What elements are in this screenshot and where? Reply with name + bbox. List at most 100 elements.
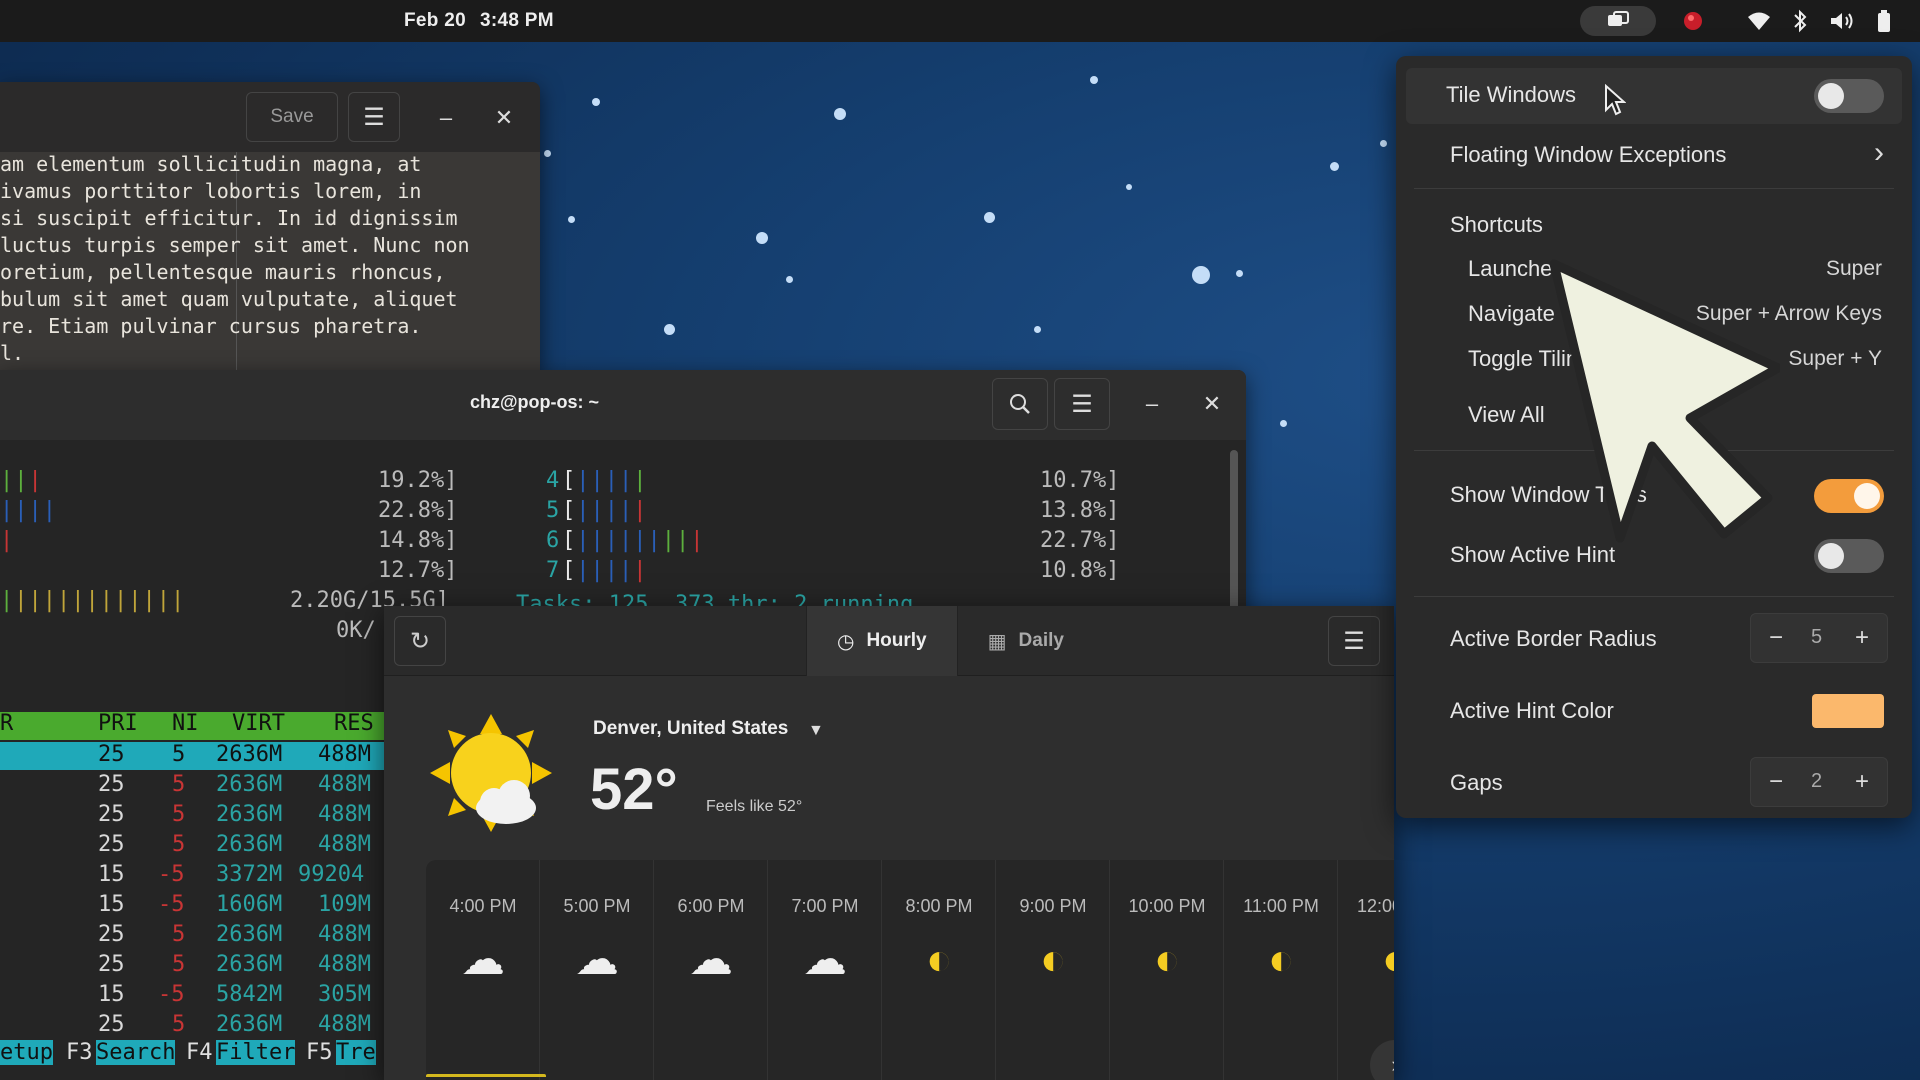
menu-icon[interactable]: ☰ xyxy=(348,92,400,142)
terminal-scrollbar[interactable] xyxy=(1230,450,1238,620)
color-swatch-button[interactable] xyxy=(1812,694,1884,728)
tab-daily[interactable]: ▦ Daily xyxy=(958,606,1094,676)
plus-icon[interactable]: + xyxy=(1855,768,1869,796)
cell-virt: 5842M xyxy=(216,982,283,1007)
tile-windows-row[interactable]: Tile Windows xyxy=(1406,68,1902,124)
hour-column: 5:00 PM ☁ xyxy=(540,860,654,1080)
moon-cloud-icon: ◐ xyxy=(925,935,953,984)
search-icon[interactable] xyxy=(992,378,1048,430)
table-row[interactable]: 25 5 2636M 488M xyxy=(0,952,384,982)
minimize-icon[interactable]: – xyxy=(420,96,472,140)
bluetooth-icon[interactable] xyxy=(1786,6,1814,36)
cloud-icon: ☁ xyxy=(803,935,847,984)
table-row[interactable]: 25 5 2636M 488M xyxy=(0,832,384,862)
wallpaper-star xyxy=(1034,326,1041,333)
minus-icon[interactable]: − xyxy=(1769,768,1783,796)
fkey-label[interactable]: Search xyxy=(96,1040,176,1065)
cell-pri: 25 xyxy=(98,1012,125,1037)
hour-time: 11:00 PM xyxy=(1243,896,1319,916)
view-all-link[interactable]: View All xyxy=(1468,402,1545,428)
fkey: F4 xyxy=(186,1040,213,1065)
floating-exceptions-row[interactable]: Floating Window Exceptions › xyxy=(1396,128,1912,184)
table-row[interactable]: 25 5 2636M 488M xyxy=(0,742,384,772)
col-header[interactable]: PRI xyxy=(98,711,138,736)
wifi-icon[interactable] xyxy=(1744,6,1774,36)
cell-pri: 15 xyxy=(98,982,125,1007)
fkey-label[interactable]: etup xyxy=(0,1040,53,1065)
tab-hourly[interactable]: ◷ Hourly xyxy=(806,606,958,676)
col-header[interactable]: R xyxy=(0,711,13,736)
col-header[interactable]: VIRT xyxy=(232,711,285,736)
table-row[interactable]: 15 -5 5842M 305M xyxy=(0,982,384,1012)
table-row[interactable]: 15 -5 3372M 99204 xyxy=(0,862,384,892)
cell-res: 488M xyxy=(318,1012,371,1037)
table-row[interactable]: 25 5 2636M 488M xyxy=(0,922,384,952)
table-row[interactable]: 25 5 2636M 488M xyxy=(0,802,384,832)
wallpaper-star xyxy=(834,108,846,120)
col-header[interactable]: NI xyxy=(172,711,199,736)
cell-ni: 5 xyxy=(172,772,186,797)
fkey-label[interactable]: Tre xyxy=(336,1040,376,1065)
shortcut-keys: Super + Y xyxy=(1788,347,1882,370)
process-table-header[interactable]: R PRI NI VIRT RES xyxy=(0,711,384,740)
battery-icon[interactable] xyxy=(1870,6,1898,36)
table-row[interactable]: 15 -5 1606M 109M xyxy=(0,892,384,922)
save-button[interactable]: Save xyxy=(246,92,338,142)
tab-label: Hourly xyxy=(866,630,927,651)
cell-res: 488M xyxy=(318,952,371,977)
cell-ni: 5 xyxy=(172,952,186,977)
cell-ni: 5 xyxy=(172,922,186,947)
gaps-stepper[interactable]: − 2 + xyxy=(1750,757,1888,807)
tile-windows-toggle[interactable] xyxy=(1814,79,1884,113)
text-editor-window: Save ☰ – ✕ am elementum sollicitudin mag… xyxy=(0,82,540,372)
show-active-hint-toggle[interactable] xyxy=(1814,539,1884,573)
refresh-icon[interactable]: ↻ xyxy=(394,616,446,666)
table-row[interactable]: 25 5 2636M 488M xyxy=(0,772,384,802)
editor-line: ivamus porttitor lobortis lorem, in xyxy=(0,179,422,203)
cell-ni: -5 xyxy=(158,892,185,917)
hour-column: 7:00 PM ☁ xyxy=(768,860,882,1080)
cpu-meter-bar: [||||| xyxy=(562,558,648,583)
close-icon[interactable]: ✕ xyxy=(478,96,530,140)
clock[interactable]: Feb 20 3:48 PM xyxy=(404,10,568,32)
close-icon[interactable]: ✕ xyxy=(1184,382,1240,426)
table-row[interactable]: 25 5 2636M 488M xyxy=(0,1012,384,1042)
chevron-down-icon[interactable]: ▼ xyxy=(808,722,824,740)
record-icon[interactable] xyxy=(1678,6,1708,36)
cell-pri: 25 xyxy=(98,922,125,947)
show-window-titles-toggle[interactable] xyxy=(1814,479,1884,513)
weather-view-tabs: ◷ Hourly ▦ Daily xyxy=(806,606,1094,676)
minimize-icon[interactable]: – xyxy=(1124,382,1180,426)
weather-headerbar: ↻ ◷ Hourly ▦ Daily ☰ xyxy=(384,606,1394,676)
cell-virt: 3372M xyxy=(216,862,283,887)
cell-virt: 2636M xyxy=(216,952,283,977)
terminal-headerbar: chz@pop-os: ~ ☰ – ✕ xyxy=(0,370,1246,440)
tab-label: Daily xyxy=(1018,630,1064,651)
moon-icon: ◐ xyxy=(1267,935,1295,984)
divider xyxy=(1414,596,1894,597)
col-header[interactable]: RES xyxy=(334,711,374,736)
plus-icon[interactable]: + xyxy=(1855,624,1869,652)
cell-res: 488M xyxy=(318,742,371,767)
sun-cloud-icon xyxy=(428,712,558,832)
stepper-value[interactable]: 2 xyxy=(1811,770,1822,793)
border-radius-stepper[interactable]: − 5 + xyxy=(1750,613,1888,663)
wallpaper-star xyxy=(756,232,768,244)
wallpaper-star xyxy=(786,276,793,283)
cpu-meter-bar: [||||| xyxy=(562,498,648,523)
cpu-meter-bar: [||||| xyxy=(562,468,648,493)
cell-ni: 5 xyxy=(172,832,186,857)
editor-line: bulum sit amet quam vulputate, aliquet xyxy=(0,287,458,311)
menu-icon[interactable]: ☰ xyxy=(1328,616,1380,666)
cell-pri: 25 xyxy=(98,772,125,797)
location-selector[interactable]: Denver, United States xyxy=(593,718,788,740)
moon-icon: ◐ xyxy=(1153,935,1181,984)
minus-icon[interactable]: − xyxy=(1769,624,1783,652)
stepper-value[interactable]: 5 xyxy=(1811,626,1822,649)
menu-icon[interactable]: ☰ xyxy=(1054,378,1110,430)
tile-windows-icon[interactable] xyxy=(1580,6,1656,36)
volume-icon[interactable] xyxy=(1826,6,1860,36)
hour-column: 8:00 PM ◐ xyxy=(882,860,996,1080)
fkey-label[interactable]: Filter xyxy=(216,1040,296,1065)
hour-column: 9:00 PM ◐ xyxy=(996,860,1110,1080)
